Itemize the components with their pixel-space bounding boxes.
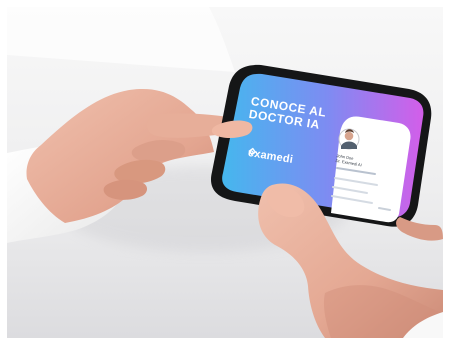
smartphone (210, 64, 432, 227)
examedi-logo-icon (248, 147, 257, 156)
photo-scene: CONOCE AL DOCTOR IA examedi John Doe Dr.… (0, 0, 450, 345)
photo-illustration (7, 7, 443, 338)
smartphone-photo: CONOCE AL DOCTOR IA examedi John Doe Dr.… (7, 7, 443, 338)
doctor-face (344, 131, 354, 141)
